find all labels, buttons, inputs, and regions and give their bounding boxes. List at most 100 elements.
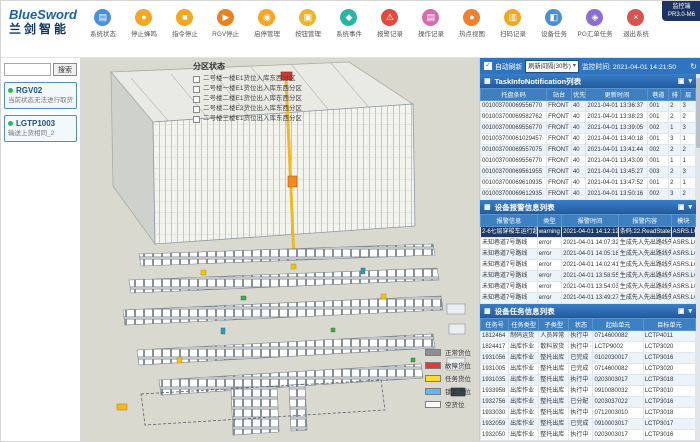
toolbar-button[interactable]: ◉ 启停管理 — [247, 9, 287, 39]
table-row[interactable]: 001003700069556770FRONT 402021-04-01 13:… — [481, 123, 696, 134]
toolbar-button[interactable]: ◆ 系统事件 — [329, 9, 369, 39]
alarm-table: 报警信息类型报警时间报警内容模块 2-6七层穿梭车运行超时warning 202… — [480, 214, 696, 304]
column-header[interactable]: 托盘条码 — [481, 89, 547, 101]
table-row[interactable]: 未知巷道7号路线error 2021-04-01 13:49:27生成先入先出路… — [481, 293, 696, 304]
table-row[interactable]: 1932059出库作业 整托出库已完成 0910003017LCTP3017 — [481, 419, 696, 430]
toolbar-button[interactable]: ⚠ 报警记录 — [370, 9, 410, 39]
table-row[interactable]: 1932050出库作业 整托出库执行中 0203003017LCTP3016 — [481, 430, 696, 441]
window-icon[interactable]: ▣ — [678, 203, 685, 211]
toolbar-button[interactable]: ● 停止蜂鸣 — [124, 9, 164, 39]
legend-label: 锁定货位 — [445, 386, 471, 396]
column-header[interactable]: 任务类型 — [509, 319, 539, 331]
toolbar-button[interactable]: ◈ PG汇单任务 — [575, 9, 615, 39]
device-search-input[interactable] — [4, 63, 51, 76]
table-row[interactable]: 1932756出库作业 整托出库已分配 0203037022LCTP3016 — [481, 397, 696, 408]
table-row[interactable]: 2-6七层穿梭车运行超时warning 2021-04-01 14:12:12条… — [481, 227, 696, 238]
table-row[interactable]: 未知巷道7号路线error 2021-04-01 14:07:32生成先入先出路… — [481, 238, 696, 249]
table-row[interactable]: 001003700069557075FRONT 402021-04-01 13:… — [481, 145, 696, 156]
collapse-icon[interactable]: ▾ — [688, 307, 692, 315]
scrollbar-thumb[interactable] — [696, 78, 700, 148]
window-icon[interactable]: ▣ — [678, 307, 685, 315]
column-header[interactable]: 模块 — [671, 215, 695, 227]
device-search-button[interactable]: 搜索 — [53, 63, 77, 76]
window-icon[interactable]: ▣ — [678, 77, 685, 85]
device-status-text: 输送上货相同_2 — [8, 130, 73, 138]
collapse-icon[interactable]: ▾ — [688, 203, 692, 211]
zone-checkbox[interactable] — [193, 76, 200, 83]
table-row[interactable]: 001003700069612935FRONT 402021-04-01 13:… — [481, 189, 696, 200]
zone-option[interactable]: 二号楼一楼E1货位入库东西分区 — [193, 74, 302, 84]
zone-option[interactable]: 二号楼一楼E1货位出入库东西分区 — [193, 84, 302, 94]
toolbar-button[interactable]: ▶ RGV停止 — [206, 9, 246, 39]
toolbar-button[interactable]: ▣ 按钮管理 — [288, 9, 328, 39]
zone-checkbox[interactable] — [193, 106, 200, 113]
device-card[interactable]: RGV02 当前状态无法进行取货 — [4, 82, 77, 109]
column-header[interactable]: 报警内容 — [618, 215, 671, 227]
task-info-title-bar[interactable]: ▦ TaskInfoNotification列表 ▣ ▾ — [480, 74, 696, 88]
table-row[interactable]: 001003700069561955FRONT 402021-04-01 13:… — [481, 167, 696, 178]
column-header[interactable]: 起始单元 — [593, 319, 643, 331]
column-header[interactable]: 层 — [681, 89, 696, 101]
device-card[interactable]: LGTP1003 输送上货相同_2 — [4, 115, 77, 142]
table-row[interactable]: 未知巷道7号路线error 2021-04-01 14:02:41生成先入先出路… — [481, 260, 696, 271]
toolbar-button[interactable]: ▥ 扫码记录 — [493, 9, 533, 39]
zone-checkbox[interactable] — [193, 96, 200, 103]
column-header[interactable]: 报警信息 — [481, 215, 538, 227]
column-header[interactable]: 优先 — [571, 89, 585, 101]
table-row[interactable]: 001003700069582762FRONT 402021-04-01 13:… — [481, 112, 696, 123]
zone-checkbox[interactable] — [193, 116, 200, 123]
table-row[interactable]: 001003700069556770FRONT 402021-04-01 13:… — [481, 156, 696, 167]
toolbar-button[interactable]: ▤ 系统状态 — [83, 9, 123, 39]
auto-refresh-checkbox[interactable]: ✓ — [484, 62, 492, 70]
table-row[interactable]: 1931005出库作业 整托出库已完成 0714600082LCTP3020 — [481, 364, 696, 375]
table-row[interactable]: 001003700069610935FRONT 402021-04-01 13:… — [481, 178, 696, 189]
refresh-interval-select[interactable]: 刷新间隔(30秒) ▾ — [525, 60, 579, 73]
table-row[interactable]: 未知巷道7号路线error 2021-04-01 13:54:03生成先入先出路… — [481, 282, 696, 293]
column-header[interactable]: 任务号 — [481, 319, 509, 331]
legend-swatch — [425, 362, 441, 369]
table-row[interactable]: 001003700069556770FRONT 402021-04-01 13:… — [481, 101, 696, 112]
alarm-title-bar[interactable]: ▦ 设备报警信息列表 ▣ ▾ — [480, 200, 696, 214]
toolbar-button[interactable]: ◧ 设备任务 — [534, 9, 574, 39]
toolbar-button[interactable]: ● 热点视图 — [452, 9, 492, 39]
toolbar-button[interactable]: ▤ 操作记录 — [411, 9, 451, 39]
column-header[interactable]: 站台 — [547, 89, 572, 101]
table-row[interactable]: 1933958出库作业 整托出库执行中 0910080032LCTP3010 — [481, 386, 696, 397]
zone-option[interactable]: 二号楼二楼E1货位出入库东西分区 — [193, 94, 302, 104]
toolbar-button[interactable]: ■ 指令停止 — [165, 9, 205, 39]
toolbar-button[interactable]: × 退出系统 — [616, 9, 656, 39]
table-row[interactable]: 001003700061029457FRONT 402021-04-01 13:… — [481, 134, 696, 145]
zone-option-label: 二号楼三楼E1货位出入库东西分区 — [203, 114, 302, 124]
table-row[interactable]: 1931035出库作业 整托出库执行中 0203003017LCTP3018 — [481, 375, 696, 386]
table-row[interactable]: 1812464制码运货 人员异常执行中 0714600082LCTP4011 — [481, 331, 696, 342]
table-row[interactable]: 1933030出库作业 整托出库执行中 0712003010LCTP3018 — [481, 408, 696, 419]
table-row[interactable]: 1931021出库作业 整托出库执行中 0102030022LCTP3018 — [481, 441, 696, 442]
legend-item: 锁定货位 — [425, 386, 471, 396]
table-row[interactable]: 未知巷道7号路线error 2021-04-01 14:05:18生成先入先出路… — [481, 249, 696, 260]
column-header[interactable]: 目标单元 — [643, 319, 695, 331]
zone-option[interactable]: 二号楼二楼E2货位出入库东西分区 — [193, 104, 302, 114]
column-header[interactable]: 巷道 — [648, 89, 669, 101]
zone-option[interactable]: 二号楼三楼E1货位出入库东西分区 — [193, 114, 302, 124]
table-row[interactable]: 未知巷道7号路线error 2021-04-01 13:58:55生成先入先出路… — [481, 271, 696, 282]
column-header[interactable]: 子类型 — [539, 319, 569, 331]
collapse-icon[interactable]: ▾ — [688, 77, 692, 85]
refresh-icon[interactable]: ↻ — [690, 62, 697, 71]
toolbar-button-icon: ◉ — [258, 9, 275, 26]
toolbar-button-label: 设备任务 — [541, 29, 567, 38]
warehouse-3d-view[interactable]: 分区状态 二号楼一楼E1货位入库东西分区 二号楼一楼E1货位出入库东西分区 — [81, 58, 479, 441]
table-icon: ▦ — [484, 203, 491, 211]
column-header[interactable]: 状态 — [569, 319, 593, 331]
zone-option-label: 二号楼二楼E2货位出入库东西分区 — [203, 104, 302, 114]
column-header[interactable]: 类型 — [537, 215, 561, 227]
table-row[interactable]: 1824417出库作业 散料放货执行中 LCTP9002LCTP3020 — [481, 342, 696, 353]
toolbar-button-label: 扫码记录 — [500, 29, 526, 38]
table-row[interactable]: 1931056出库作业 整托出库已完成 0102030017LCTP3016 — [481, 353, 696, 364]
column-header[interactable]: 更新时间 — [586, 89, 648, 101]
column-header[interactable]: 报警时间 — [562, 215, 619, 227]
legend-item: 空货位 — [425, 399, 471, 409]
column-header[interactable]: 排 — [669, 89, 681, 101]
device-task-title-bar[interactable]: ▦ 设备任务信息列表 ▣ ▾ — [480, 304, 696, 318]
zone-checkbox[interactable] — [193, 86, 200, 93]
panel-scrollbar[interactable] — [696, 74, 700, 441]
